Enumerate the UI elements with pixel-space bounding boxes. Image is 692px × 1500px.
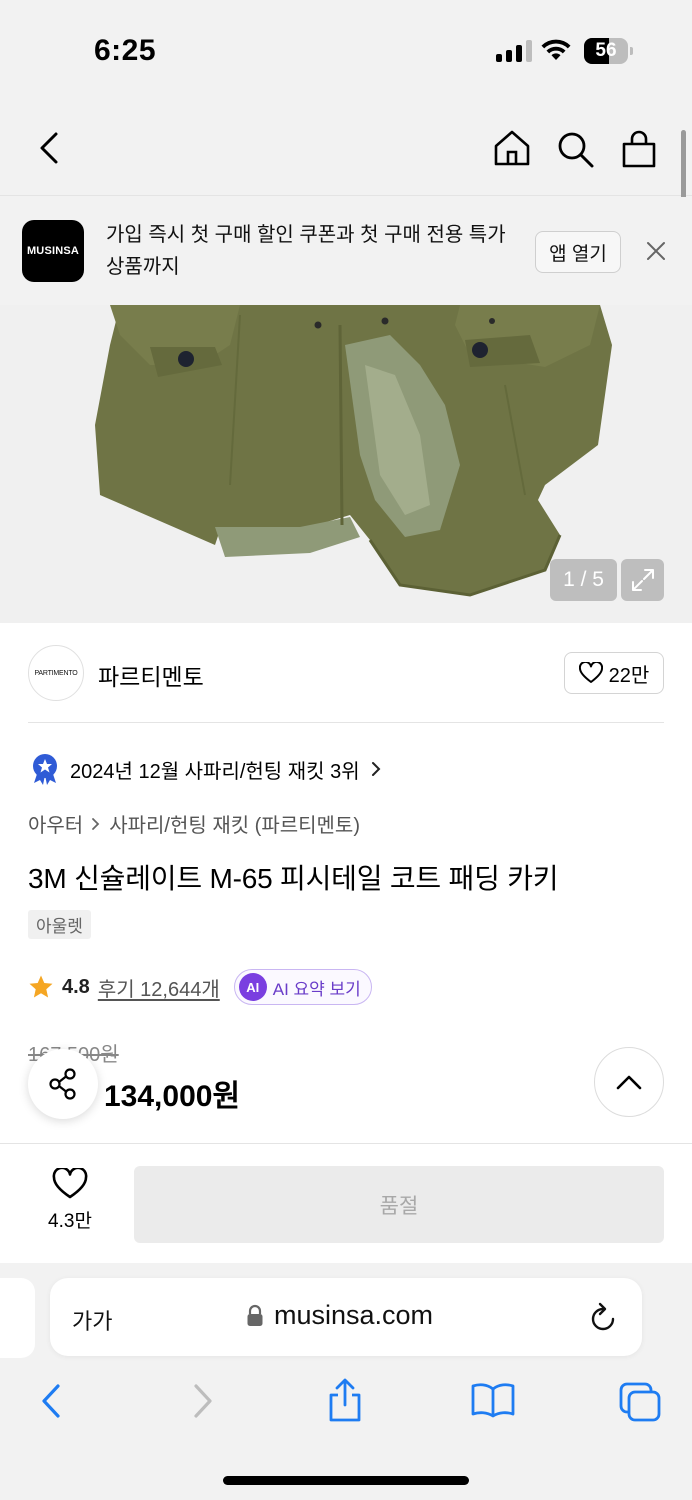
reviews-link[interactable]: 후기 12,644개 bbox=[98, 973, 220, 1002]
previous-tab[interactable] bbox=[0, 1278, 35, 1358]
close-icon[interactable] bbox=[645, 240, 667, 262]
scroll-to-top-button[interactable] bbox=[594, 1047, 664, 1117]
divider bbox=[28, 722, 664, 723]
star-icon bbox=[29, 975, 53, 998]
app-install-banner: MUSINSA 가입 즉시 첫 구매 할인 쿠폰과 첫 구매 전용 특가 상품까… bbox=[0, 197, 692, 305]
tabs-icon[interactable] bbox=[618, 1381, 662, 1423]
open-app-button[interactable]: 앱 열기 bbox=[535, 231, 621, 273]
share-button[interactable] bbox=[28, 1049, 98, 1119]
wifi-icon bbox=[541, 39, 571, 60]
browser-back-icon[interactable] bbox=[36, 1381, 68, 1421]
scroll-indicator[interactable] bbox=[681, 130, 686, 202]
status-bar: 6:25 56 bbox=[0, 0, 692, 100]
brand-like-count: 22만 bbox=[608, 664, 650, 687]
purchase-bar: 4.3만 품절 bbox=[0, 1143, 692, 1263]
ai-summary-label: AI 요약 보기 bbox=[272, 979, 361, 999]
battery-icon: 56 bbox=[584, 38, 633, 64]
reload-icon[interactable] bbox=[588, 1302, 618, 1334]
product-title: 3M 신슐레이트 M-65 피시테일 코트 패딩 카키 bbox=[28, 863, 559, 894]
product-image-gallery[interactable]: 1 / 5 bbox=[0, 305, 692, 623]
browser-forward-icon[interactable] bbox=[186, 1381, 218, 1421]
expand-image-button[interactable] bbox=[621, 559, 664, 601]
status-time: 6:25 bbox=[94, 34, 157, 67]
image-counter: 1 / 5 bbox=[550, 559, 617, 601]
share-icon bbox=[49, 1068, 76, 1100]
chevron-up-icon bbox=[616, 1075, 642, 1090]
wishlist-button[interactable]: 4.3만 bbox=[30, 1168, 110, 1233]
sold-out-button[interactable]: 품절 bbox=[134, 1166, 664, 1243]
outlet-tag: 아울렛 bbox=[28, 910, 91, 939]
heart-icon bbox=[52, 1168, 88, 1199]
back-arrow-icon[interactable] bbox=[32, 130, 66, 166]
brand-like-button[interactable]: 22만 bbox=[564, 652, 664, 694]
ranking-badge-icon bbox=[33, 754, 57, 785]
heart-icon bbox=[578, 662, 603, 683]
product-info: PARTIMENTO 파르티멘토 22만 2024년 12월 사파리/헌팅 재킷… bbox=[0, 623, 692, 1143]
share-sheet-icon[interactable] bbox=[326, 1377, 364, 1423]
sale-price: 134,000원 bbox=[104, 1080, 241, 1113]
lock-icon bbox=[247, 1304, 263, 1326]
url-text: musinsa.com bbox=[274, 1300, 434, 1330]
banner-text: 가입 즉시 첫 구매 할인 쿠폰과 첫 구매 전용 특가 상품까지 bbox=[106, 224, 506, 278]
browser-chrome: 가가 musinsa.com bbox=[0, 1263, 692, 1500]
musinsa-logo: MUSINSA bbox=[22, 220, 84, 282]
battery-level: 56 bbox=[595, 40, 617, 61]
ai-summary-button[interactable]: AI AI 요약 보기 bbox=[233, 969, 372, 1005]
rating-value: 4.8 bbox=[62, 975, 90, 998]
ranking-link[interactable]: 2024년 12월 사파리/헌팅 재킷 3위 bbox=[30, 753, 382, 785]
rating-row: 4.8 후기 12,644개 AI AI 요약 보기 bbox=[28, 969, 372, 1005]
search-icon[interactable] bbox=[556, 130, 596, 170]
chevron-right-icon bbox=[371, 762, 381, 776]
browser-toolbar bbox=[0, 1377, 692, 1427]
bookmarks-icon[interactable] bbox=[470, 1381, 516, 1419]
chevron-right-icon bbox=[92, 817, 100, 830]
shopping-bag-icon[interactable] bbox=[620, 130, 658, 170]
expand-icon bbox=[631, 569, 654, 591]
nav-bar bbox=[0, 100, 692, 196]
wish-count: 4.3만 bbox=[48, 1211, 92, 1232]
brand-name[interactable]: 파르티멘토 bbox=[98, 658, 204, 692]
breadcrumb-category[interactable]: 아우터 bbox=[28, 809, 83, 838]
home-icon[interactable] bbox=[492, 128, 532, 168]
ranking-text: 2024년 12월 사파리/헌팅 재킷 3위 bbox=[70, 760, 360, 783]
address-bar[interactable]: 가가 musinsa.com bbox=[50, 1278, 642, 1356]
ai-badge-icon: AI bbox=[238, 973, 267, 1001]
home-indicator bbox=[223, 1476, 469, 1485]
brand-logo[interactable]: PARTIMENTO bbox=[28, 645, 84, 701]
cellular-signal-icon bbox=[496, 40, 532, 62]
page-settings-button[interactable]: 가가 bbox=[72, 1304, 112, 1336]
breadcrumb-subcategory[interactable]: 사파리/헌팅 재킷 (파르티멘토) bbox=[109, 809, 360, 838]
breadcrumb: 아우터 사파리/헌팅 재킷 (파르티멘토) bbox=[28, 809, 360, 838]
url-display[interactable]: musinsa.com bbox=[246, 1300, 433, 1331]
